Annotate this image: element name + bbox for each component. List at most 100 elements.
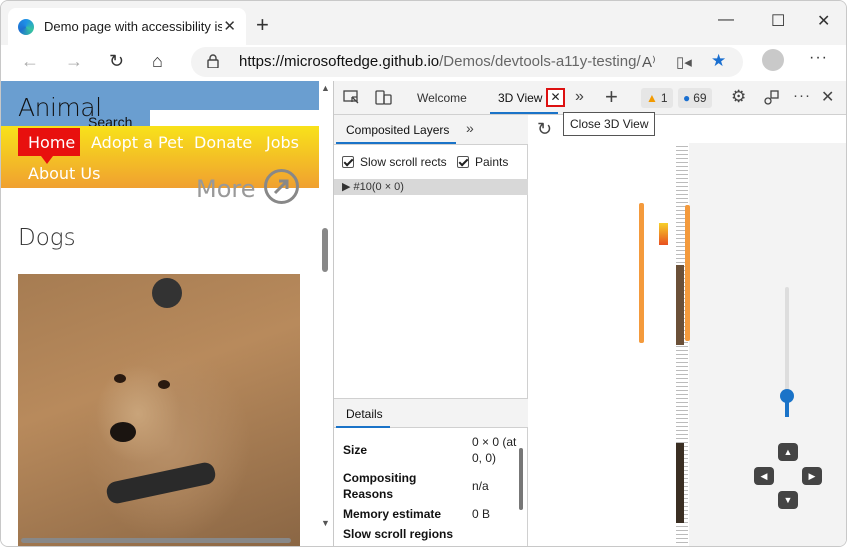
immersive-reader-icon[interactable]: ▯◂ xyxy=(676,53,692,71)
detail-size-value-line2: 0, 0) xyxy=(472,451,497,465)
browser-toolbar: ← → ↻ ⌂ https://microsoftedge.github.io/… xyxy=(1,45,846,81)
nav-donate[interactable]: Donate xyxy=(194,133,252,152)
nav-home-pointer xyxy=(41,156,53,164)
layers-more-tabs-icon[interactable]: » xyxy=(466,120,474,136)
webpage-viewport: Animal Search Home Adopt a Pet Donate Jo… xyxy=(1,81,333,546)
lock-icon xyxy=(207,54,219,68)
page-vertical-scrollbar[interactable]: ▲ ▼ xyxy=(319,81,333,546)
close-devtools-icon[interactable]: ✕ xyxy=(821,87,834,107)
3d-view-canvas[interactable]: ↻ Close 3D View ▲ ◀ ▶ ▼ xyxy=(529,112,846,546)
url-host: https://microsoftedge.github.io xyxy=(239,53,440,70)
more-tabs-chevron-icon[interactable]: » xyxy=(575,88,584,106)
dog-eye-right xyxy=(158,380,170,389)
tab-composited-layers[interactable]: Composited Layers xyxy=(346,123,449,137)
scroll-down-arrow-icon[interactable]: ▼ xyxy=(321,518,330,528)
pan-left-button[interactable]: ◀ xyxy=(754,467,774,485)
slow-scroll-rects-checkbox[interactable]: Slow scroll rects xyxy=(342,155,447,169)
tab-welcome[interactable]: Welcome xyxy=(417,91,467,105)
settings-more-button[interactable]: ··· xyxy=(809,49,828,67)
layer-tree-item-label: #10(0 × 0) xyxy=(353,181,404,193)
pan-up-button[interactable]: ▲ xyxy=(778,443,798,461)
devtools-panel: Welcome 3D View ✕ » + ▲ 1 ● 69 ⚙ ··· ✕ Com… xyxy=(333,81,846,546)
dog-eye-left xyxy=(114,374,126,383)
tab-details[interactable]: Details xyxy=(346,407,383,421)
warnings-count: 1 xyxy=(660,91,668,105)
detail-memory-key: Memory estimate xyxy=(343,507,442,521)
paints-label: Paints xyxy=(475,155,509,169)
nav-jobs[interactable]: Jobs xyxy=(266,133,299,152)
home-button[interactable]: ⌂ xyxy=(152,51,163,72)
3d-canvas-background xyxy=(529,143,689,546)
page-horizontal-scrollbar[interactable] xyxy=(21,538,291,543)
refresh-button[interactable]: ↻ xyxy=(109,51,124,72)
device-emulation-icon[interactable] xyxy=(375,90,392,105)
minimize-button[interactable]: — xyxy=(718,11,734,29)
nav-about-us[interactable]: About Us xyxy=(28,164,100,183)
pan-down-button[interactable]: ▼ xyxy=(778,491,798,509)
address-bar[interactable]: https://microsoftedge.github.io/Demos/de… xyxy=(191,47,743,77)
detail-slow-scroll-key: Slow scroll regions xyxy=(343,527,454,541)
messages-count: 69 xyxy=(693,91,707,105)
3d-layer-orange-right[interactable] xyxy=(685,205,690,341)
expand-triangle-icon[interactable]: ▶ xyxy=(342,181,354,193)
details-tab-indicator xyxy=(336,426,390,428)
detail-compositing-key-line2: Reasons xyxy=(343,487,394,501)
active-tab-indicator xyxy=(490,112,558,114)
details-scrollbar[interactable] xyxy=(519,448,523,510)
detail-size-value-line1: 0 × 0 (at xyxy=(472,435,517,449)
read-aloud-icon[interactable]: A⁾ xyxy=(642,53,656,71)
customize-devtools-icon[interactable] xyxy=(763,90,780,106)
layers-tab-indicator xyxy=(336,142,456,144)
new-tab-button[interactable]: + xyxy=(256,12,269,38)
url-path: /Demos/devtools-a11y-testing/ xyxy=(439,53,641,70)
messages-badge[interactable]: ● 69 xyxy=(678,88,712,108)
close-3d-view-button[interactable]: ✕ xyxy=(546,88,565,107)
forward-button[interactable]: → xyxy=(65,51,83,72)
message-icon: ● xyxy=(683,91,691,105)
inspect-element-icon[interactable] xyxy=(343,90,360,105)
nav-adopt-a-pet[interactable]: Adopt a Pet xyxy=(91,133,183,152)
close-window-button[interactable]: ✕ xyxy=(817,11,830,31)
pan-right-button[interactable]: ▶ xyxy=(802,467,822,485)
tab-strip: Demo page with accessibility issu ✕ + — … xyxy=(1,1,846,45)
more-link[interactable]: More xyxy=(196,175,256,203)
dog-photo xyxy=(18,274,300,546)
dog-nose xyxy=(110,422,136,442)
scroll-thumb[interactable] xyxy=(322,228,328,272)
devtools-more-icon[interactable]: ··· xyxy=(793,87,811,104)
nav-home[interactable]: Home xyxy=(28,133,75,152)
profile-avatar[interactable] xyxy=(762,49,784,71)
3d-layer-orange-left[interactable] xyxy=(639,203,644,343)
chair-wheel xyxy=(152,278,182,308)
favorite-star-icon[interactable]: ★ xyxy=(711,51,726,71)
zoom-slider-knob[interactable] xyxy=(780,389,794,403)
layers-panel: Composited Layers » Slow scroll rects Pa… xyxy=(334,115,528,546)
warnings-badge[interactable]: ▲ 1 xyxy=(641,88,673,108)
tab-close-icon[interactable]: ✕ xyxy=(223,17,236,35)
details-tabbar: Details xyxy=(334,398,528,428)
devtools-toolbar: Welcome 3D View ✕ » + ▲ 1 ● 69 ⚙ ··· ✕ xyxy=(334,81,846,115)
add-tab-button[interactable]: + xyxy=(605,84,618,110)
warning-icon: ▲ xyxy=(646,91,658,105)
refresh-icon[interactable]: ↻ xyxy=(537,119,552,140)
site-header: Animal Search xyxy=(1,81,319,130)
3d-layer-photo-thumb-lower[interactable] xyxy=(676,443,684,523)
checkbox-checked-icon[interactable] xyxy=(457,156,469,168)
detail-size-key: Size xyxy=(343,443,368,457)
checkbox-checked-icon[interactable] xyxy=(342,156,354,168)
paints-checkbox[interactable]: Paints xyxy=(457,155,508,169)
scroll-up-arrow-icon[interactable]: ▲ xyxy=(321,83,330,93)
slow-scroll-rects-label: Slow scroll rects xyxy=(360,155,447,169)
3d-layer-nav-thumb[interactable] xyxy=(659,223,668,245)
back-button[interactable]: ← xyxy=(21,51,39,72)
browser-window: Demo page with accessibility issu ✕ + — … xyxy=(0,0,847,547)
layer-tree-item[interactable]: ▶ #10(0 × 0) xyxy=(334,179,528,195)
settings-gear-icon[interactable]: ⚙ xyxy=(731,87,746,107)
3d-layer-photo-thumb[interactable] xyxy=(676,265,684,345)
tab-3d-view[interactable]: 3D View xyxy=(498,91,542,105)
detail-memory-value: 0 B xyxy=(472,507,491,521)
browser-tab[interactable]: Demo page with accessibility issu ✕ xyxy=(8,8,246,45)
dog-collar xyxy=(104,460,218,506)
more-arrow-icon[interactable] xyxy=(264,169,299,204)
maximize-button[interactable]: ☐ xyxy=(771,11,785,31)
